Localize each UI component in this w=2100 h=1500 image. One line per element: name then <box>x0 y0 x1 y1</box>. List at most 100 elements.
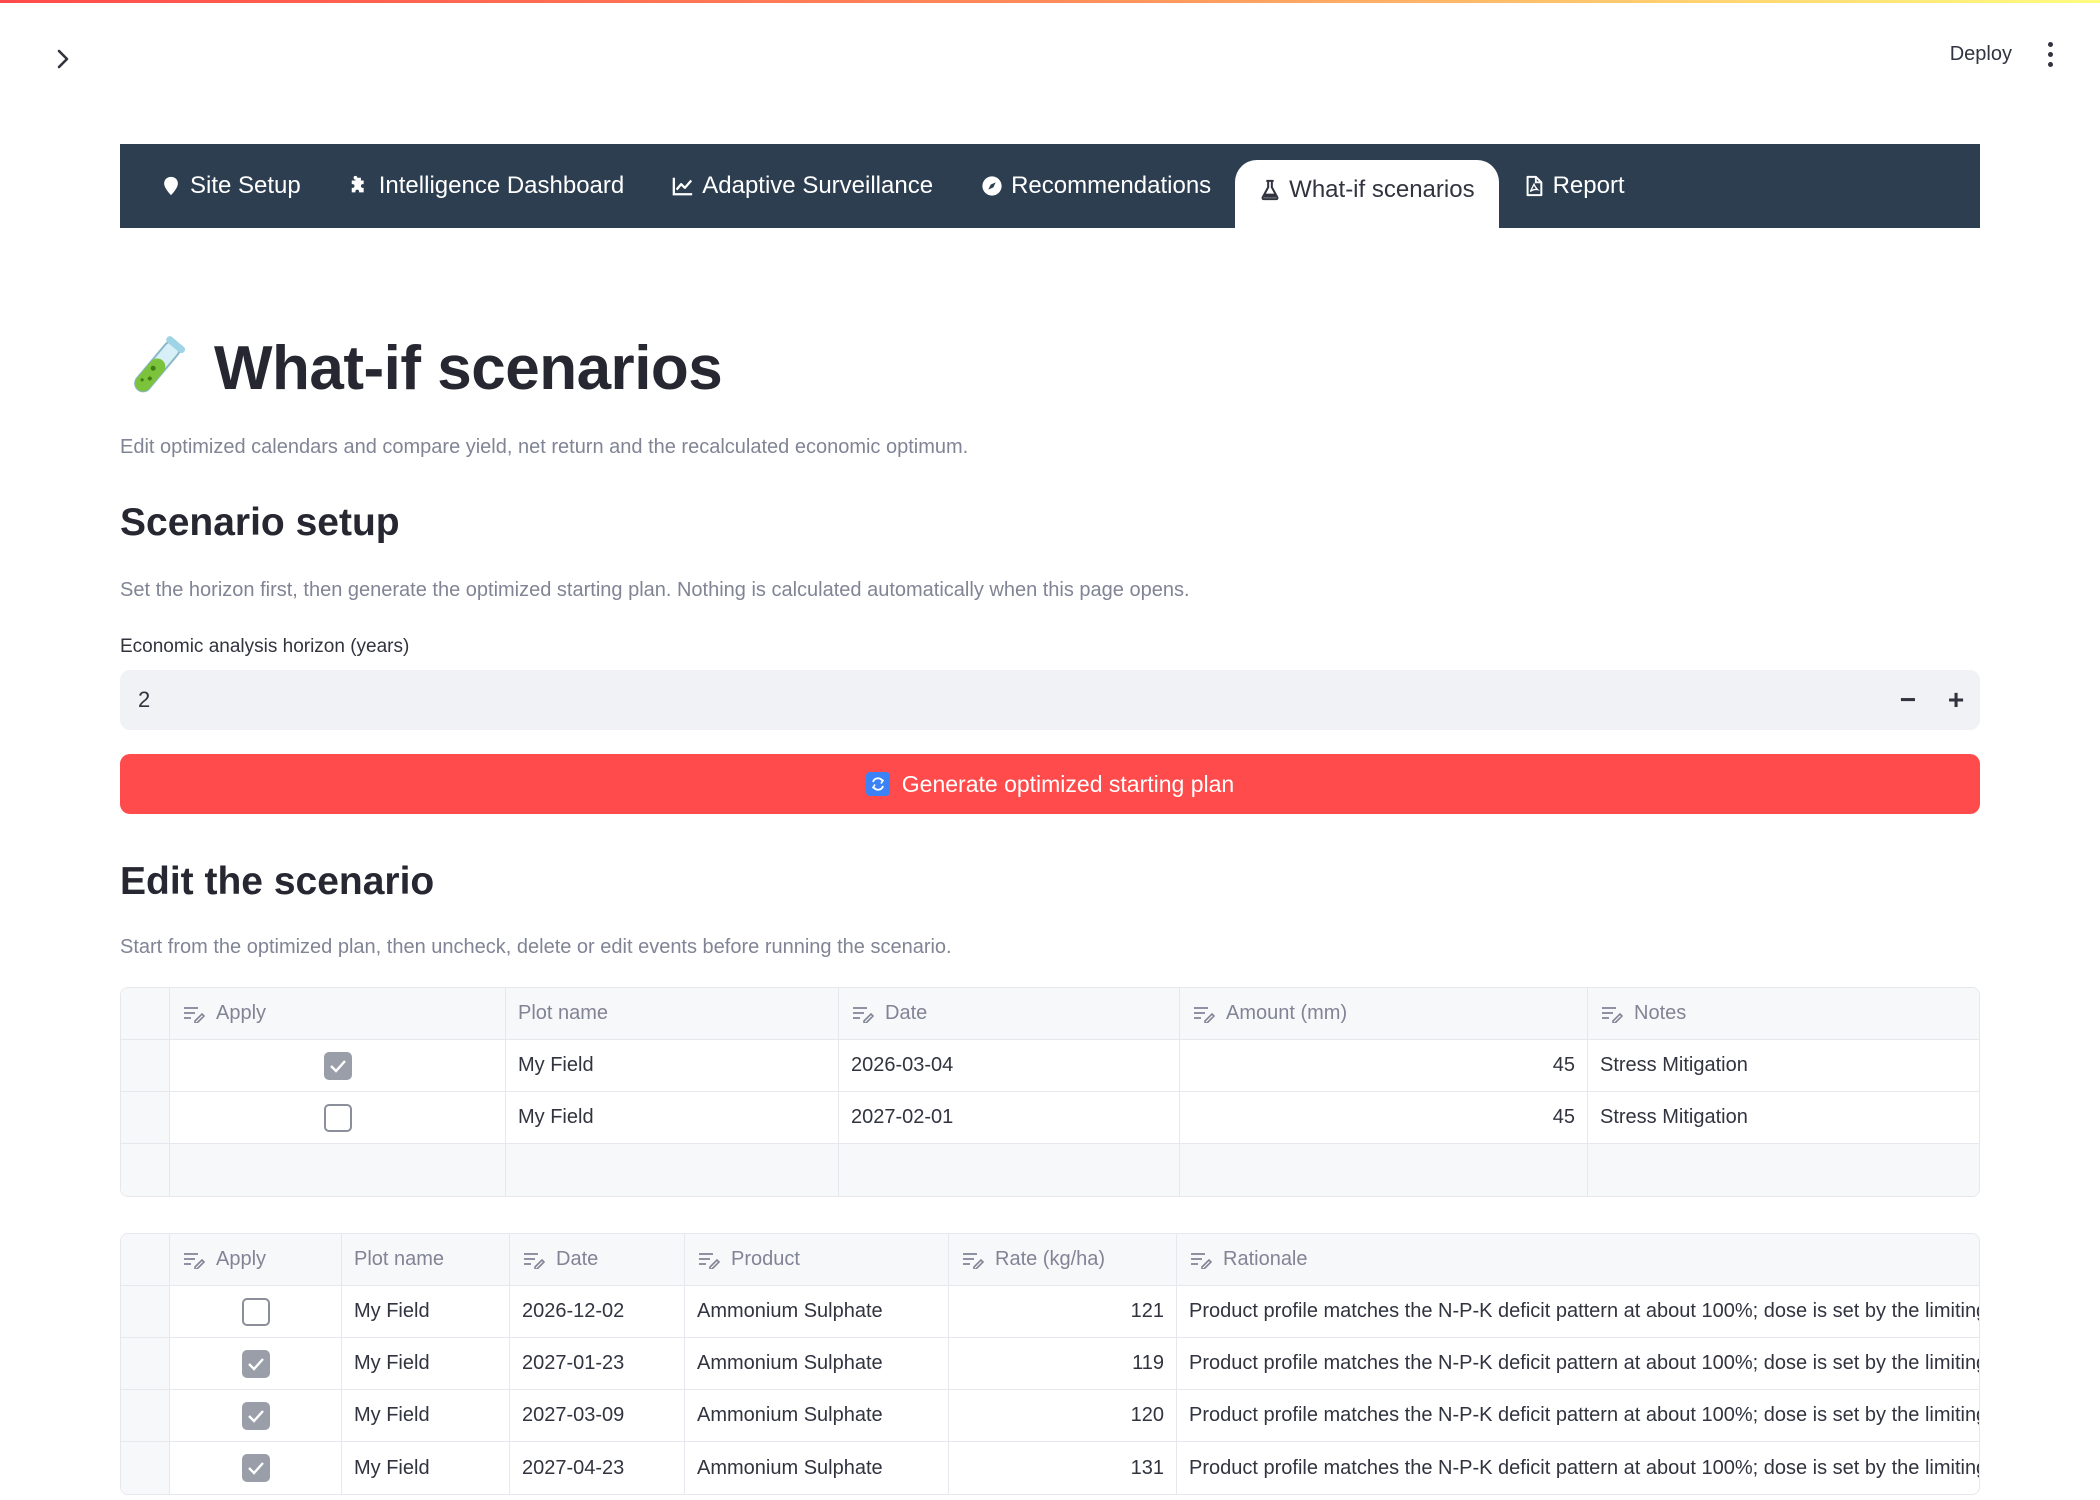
rationale-cell[interactable]: Product profile matches the N-P-K defici… <box>1177 1338 1979 1389</box>
main-menu-icon[interactable] <box>2040 36 2060 72</box>
table-row[interactable]: My Field 2027-02-01 45 Stress Mitigation <box>121 1092 1979 1144</box>
table-row[interactable]: My Field 2026-12-02 Ammonium Sulphate 12… <box>121 1286 1979 1338</box>
rationale-cell[interactable]: Product profile matches the N-P-K defici… <box>1177 1442 1979 1494</box>
row-index[interactable] <box>121 1442 170 1494</box>
deploy-button[interactable]: Deploy <box>1950 43 2012 66</box>
date-cell[interactable]: 2026-12-02 <box>510 1286 685 1337</box>
apply-cell[interactable] <box>170 1338 342 1389</box>
date-cell[interactable]: 2027-03-09 <box>510 1390 685 1441</box>
plot-name-cell[interactable]: My Field <box>506 1040 839 1091</box>
product-cell[interactable]: Ammonium Sulphate <box>685 1338 949 1389</box>
table-row[interactable]: My Field 2027-04-23 Ammonium Sulphate 13… <box>121 1442 1979 1494</box>
edit-scenario-caption: Start from the optimized plan, then unch… <box>120 936 952 958</box>
apply-cell[interactable] <box>170 1390 342 1441</box>
table-header-row: Apply Plot name Date Product Rate (kg/ha… <box>121 1234 1979 1286</box>
row-index[interactable] <box>121 1286 170 1337</box>
decrement-button[interactable]: − <box>1884 670 1932 730</box>
column-header-plot-name[interactable]: Plot name <box>506 988 839 1039</box>
rate-cell[interactable]: 120 <box>949 1390 1177 1441</box>
irrigation-events-table[interactable]: Apply Plot name Date Amount (mm) Notes M… <box>120 987 1980 1197</box>
tab-intelligence-dashboard[interactable]: Intelligence Dashboard <box>325 152 649 220</box>
column-header-notes[interactable]: Notes <box>1588 988 1979 1039</box>
row-index-header <box>121 1234 170 1285</box>
plot-name-cell[interactable]: My Field <box>342 1442 510 1494</box>
empty-cell[interactable] <box>839 1144 1180 1196</box>
column-header-date[interactable]: Date <box>510 1234 685 1285</box>
amount-cell[interactable]: 45 <box>1180 1040 1588 1091</box>
tab-label: Adaptive Surveillance <box>702 172 934 199</box>
column-header-date[interactable]: Date <box>839 988 1180 1039</box>
column-header-amount[interactable]: Amount (mm) <box>1180 988 1588 1039</box>
table-row[interactable]: My Field 2026-03-04 45 Stress Mitigation <box>121 1040 1979 1092</box>
apply-checkbox[interactable] <box>241 1297 270 1326</box>
apply-cell[interactable] <box>170 1092 506 1143</box>
tab-recommendations[interactable]: Recommendations <box>957 152 1235 220</box>
tab-site-setup[interactable]: Site Setup <box>136 152 325 220</box>
horizon-number-input[interactable]: 2 − + <box>120 670 1980 730</box>
column-header-rate[interactable]: Rate (kg/ha) <box>949 1234 1177 1285</box>
column-header-product[interactable]: Product <box>685 1234 949 1285</box>
rationale-cell[interactable]: Product profile matches the N-P-K defici… <box>1177 1390 1979 1441</box>
row-index[interactable] <box>121 1040 170 1091</box>
apply-cell[interactable] <box>170 1286 342 1337</box>
notes-cell[interactable]: Stress Mitigation <box>1588 1092 1979 1143</box>
row-index[interactable] <box>121 1092 170 1143</box>
editable-column-icon <box>1191 1252 1213 1269</box>
apply-checkbox[interactable] <box>241 1454 270 1482</box>
editable-column-icon <box>184 1252 206 1269</box>
column-header-rationale[interactable]: Rationale <box>1177 1234 1979 1285</box>
rate-cell[interactable]: 131 <box>949 1442 1177 1494</box>
fertilizer-events-table[interactable]: Apply Plot name Date Product Rate (kg/ha… <box>120 1233 1980 1495</box>
plot-name-cell[interactable]: My Field <box>342 1286 510 1337</box>
apply-checkbox[interactable] <box>323 1103 352 1132</box>
map-pin-icon <box>164 176 178 196</box>
table-row[interactable]: My Field 2027-03-09 Ammonium Sulphate 12… <box>121 1390 1979 1442</box>
page-subtitle: Edit optimized calendars and compare yie… <box>120 436 969 458</box>
apply-checkbox[interactable] <box>323 1051 352 1080</box>
rate-cell[interactable]: 119 <box>949 1338 1177 1389</box>
date-cell[interactable]: 2027-01-23 <box>510 1338 685 1389</box>
horizon-label: Economic analysis horizon (years) <box>120 636 410 657</box>
tab-label: Report <box>1552 172 1625 199</box>
column-header-plot-name[interactable]: Plot name <box>342 1234 510 1285</box>
plot-name-cell[interactable]: My Field <box>342 1338 510 1389</box>
tab-what-if-scenarios[interactable]: What-if scenarios <box>1235 160 1499 228</box>
amount-cell[interactable]: 45 <box>1180 1092 1588 1143</box>
table-row[interactable]: My Field 2027-01-23 Ammonium Sulphate 11… <box>121 1338 1979 1390</box>
empty-cell[interactable] <box>506 1144 839 1196</box>
editable-column-icon <box>184 1006 206 1023</box>
horizon-value[interactable]: 2 <box>138 687 150 713</box>
product-cell[interactable]: Ammonium Sulphate <box>685 1442 949 1494</box>
apply-cell[interactable] <box>170 1442 342 1494</box>
tab-report[interactable]: Report <box>1499 152 1649 220</box>
sidebar-expand-button[interactable] <box>48 44 78 74</box>
rationale-cell[interactable]: Product profile matches the N-P-K defici… <box>1177 1286 1979 1337</box>
product-cell[interactable]: Ammonium Sulphate <box>685 1390 949 1441</box>
plot-name-cell[interactable]: My Field <box>506 1092 839 1143</box>
add-row[interactable] <box>121 1144 1979 1196</box>
increment-button[interactable]: + <box>1932 670 1980 730</box>
apply-cell[interactable] <box>170 1040 506 1091</box>
empty-cell[interactable] <box>1180 1144 1588 1196</box>
rate-cell[interactable]: 121 <box>949 1286 1177 1337</box>
empty-cell[interactable] <box>1588 1144 1979 1196</box>
row-index[interactable] <box>121 1338 170 1389</box>
editable-column-icon <box>963 1252 985 1269</box>
notes-cell[interactable]: Stress Mitigation <box>1588 1040 1979 1091</box>
apply-checkbox[interactable] <box>241 1401 270 1430</box>
flask-icon <box>1261 179 1279 201</box>
column-header-label: Rationale <box>1223 1248 1308 1270</box>
plot-name-cell[interactable]: My Field <box>342 1390 510 1441</box>
date-cell[interactable]: 2026-03-04 <box>839 1040 1180 1091</box>
tab-adaptive-surveillance[interactable]: Adaptive Surveillance <box>648 152 957 220</box>
row-index[interactable] <box>121 1390 170 1441</box>
date-cell[interactable]: 2027-02-01 <box>839 1092 1180 1143</box>
apply-checkbox[interactable] <box>241 1349 270 1378</box>
column-header-apply[interactable]: Apply <box>170 1234 342 1285</box>
generate-plan-button[interactable]: Generate optimized starting plan <box>120 754 1980 814</box>
product-cell[interactable]: Ammonium Sulphate <box>685 1286 949 1337</box>
empty-cell[interactable] <box>170 1144 506 1196</box>
chart-line-icon <box>672 177 693 196</box>
column-header-apply[interactable]: Apply <box>170 988 506 1039</box>
date-cell[interactable]: 2027-04-23 <box>510 1442 685 1494</box>
